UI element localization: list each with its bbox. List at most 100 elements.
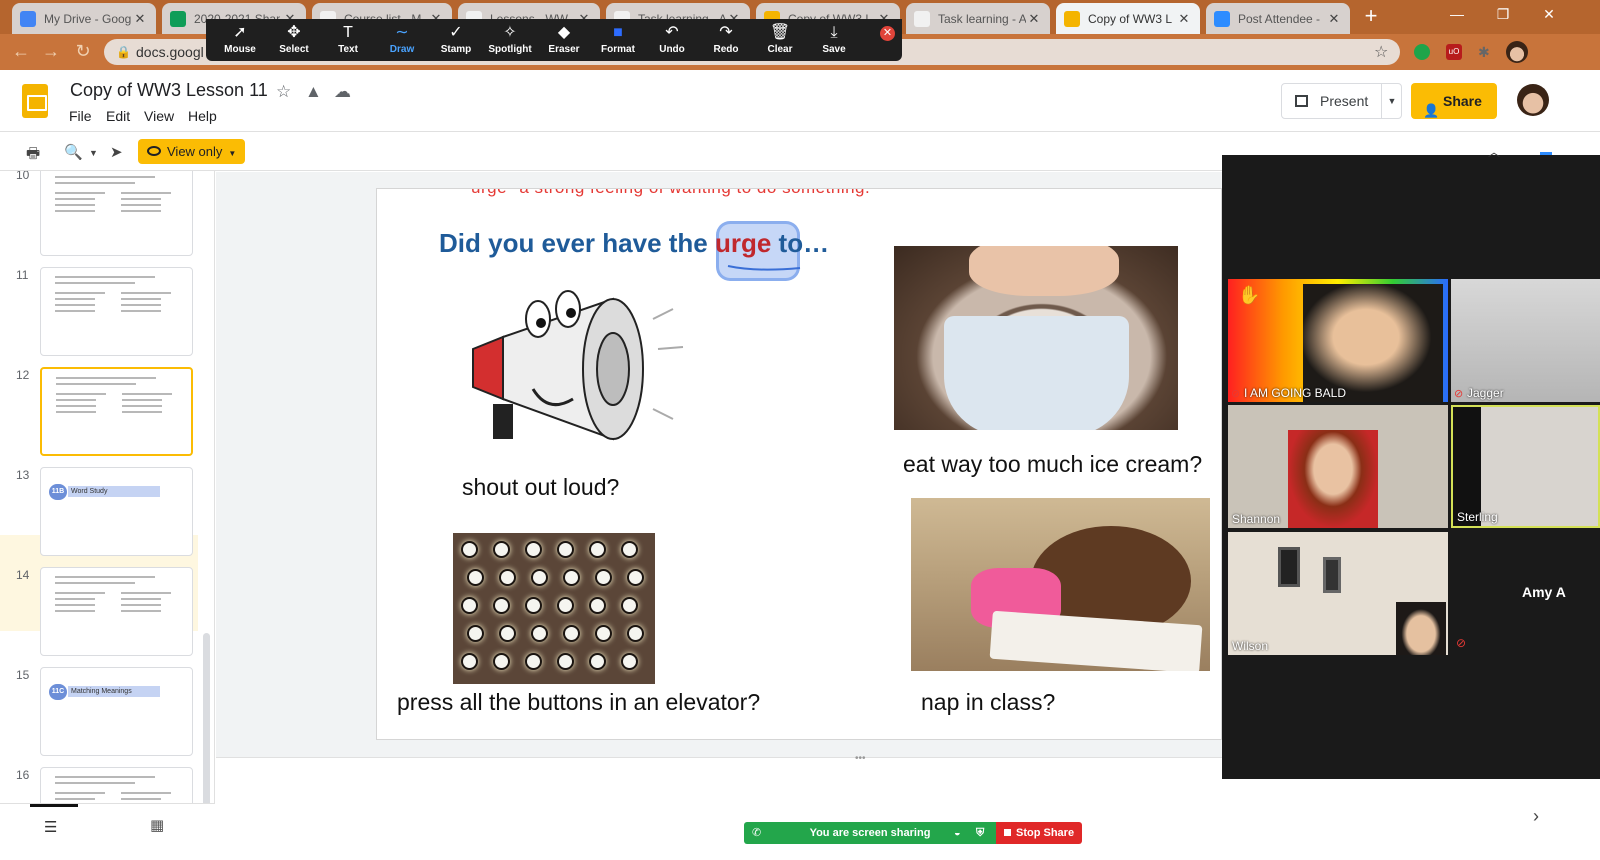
account-avatar[interactable] xyxy=(1517,84,1549,116)
present-dropdown-icon[interactable]: ▼ xyxy=(1381,83,1402,119)
slide-thumbnail[interactable]: 11B Word Study xyxy=(40,467,193,556)
thumbnail-text-line xyxy=(55,304,95,306)
elevator-button xyxy=(557,541,574,558)
annotate-undo-button[interactable]: ↶ Undo xyxy=(645,22,699,60)
thumbnail-text-line xyxy=(55,792,105,794)
annotate-select-button[interactable]: ✥ Select xyxy=(267,22,321,60)
thumbnail-text-line xyxy=(55,198,95,200)
question-after: to… xyxy=(771,228,830,258)
back-icon[interactable]: ← xyxy=(10,41,32,63)
tab-favicon-icon xyxy=(1064,10,1080,27)
forward-icon[interactable]: → xyxy=(40,41,62,63)
filmstrip-scrollbar[interactable] xyxy=(203,633,210,825)
format-square-icon: ■ xyxy=(613,24,623,41)
new-tab-button[interactable]: + xyxy=(1357,5,1385,29)
slide-thumbnail[interactable] xyxy=(40,567,193,656)
bookmark-star-icon[interactable]: ☆ xyxy=(1374,42,1388,62)
elevator-button xyxy=(595,569,612,586)
view-only-button[interactable]: View only ▼ xyxy=(138,139,245,164)
resize-handle-icon[interactable]: ••• xyxy=(855,754,875,764)
participant-tile[interactable]: Sterling xyxy=(1451,405,1600,528)
browser-tab[interactable]: My Drive - Goog ✕ xyxy=(12,3,156,34)
star-icon[interactable]: ☆ xyxy=(276,82,291,102)
grid-view-icon[interactable]: ▦ xyxy=(150,816,164,834)
reload-icon[interactable]: ↻ xyxy=(72,41,94,63)
elevator-button xyxy=(467,625,484,642)
close-annotation-icon[interactable]: ✕ xyxy=(880,26,895,41)
extension-green-icon[interactable] xyxy=(1414,44,1430,60)
elevator-button xyxy=(467,569,484,586)
menu-edit[interactable]: Edit xyxy=(106,108,130,124)
annotate-tool-label: Redo xyxy=(713,44,739,55)
wand-icon: ✧ xyxy=(503,24,517,41)
participant-tile[interactable]: Shannon xyxy=(1228,405,1448,528)
ublock-icon[interactable]: uO xyxy=(1446,44,1462,60)
annotate-draw-button[interactable]: ∼ Draw xyxy=(375,22,429,60)
elevator-button xyxy=(557,653,574,670)
annotate-redo-button[interactable]: ↷ Redo xyxy=(699,22,753,60)
profile-avatar[interactable] xyxy=(1506,41,1528,63)
list-view-icon[interactable]: ☰ xyxy=(44,818,57,836)
annotate-mouse-button[interactable]: ➚ Mouse xyxy=(213,22,267,60)
stop-share-button[interactable]: Stop Share xyxy=(996,822,1082,844)
annotate-stamp-button[interactable]: ✓ Stamp xyxy=(429,22,483,60)
slide-thumbnail[interactable] xyxy=(40,171,193,256)
annotate-text-button[interactable]: T Text xyxy=(321,22,375,60)
annotate-spotlight-button[interactable]: ✧ Spotlight xyxy=(483,22,537,60)
participant-tile[interactable]: ✋ ⊘ I AM GOING BALD xyxy=(1228,279,1448,402)
slides-logo-icon[interactable] xyxy=(22,84,48,118)
zoom-icon[interactable]: 🔍 xyxy=(64,143,83,161)
browser-tab[interactable]: Task learning - A✕ xyxy=(906,3,1050,34)
thumbnail-text-line xyxy=(121,792,171,794)
participant-tile[interactable]: ⊘ Jagger xyxy=(1451,279,1600,402)
shield-icon: ⛨ xyxy=(976,827,985,839)
slide-thumbnail[interactable] xyxy=(40,267,193,356)
annotate-format-button[interactable]: ■ Format xyxy=(591,22,645,60)
thumbnail-text-line xyxy=(122,405,162,407)
select-cursor-icon[interactable]: ➤ xyxy=(110,143,123,161)
share-button[interactable]: 👤 Share xyxy=(1411,83,1497,119)
panel-collapse-icon[interactable]: ︿ xyxy=(1488,143,1500,160)
screen-sharing-status[interactable]: ✆ You are screen sharing ◒ ⛨ xyxy=(744,822,996,844)
participant-name-amy[interactable]: Amy A xyxy=(1522,584,1566,600)
elevator-buttons-image xyxy=(453,533,655,684)
next-chevron-icon[interactable]: › xyxy=(1533,806,1539,827)
elevator-button xyxy=(499,625,516,642)
annotate-tool-label: Save xyxy=(822,44,846,55)
participant-video xyxy=(1396,602,1446,655)
menu-file[interactable]: File xyxy=(69,108,92,124)
annotate-save-button[interactable]: ⤓ Save xyxy=(807,22,861,60)
tab-close-icon[interactable]: ✕ xyxy=(1326,11,1342,27)
tab-close-icon[interactable]: ✕ xyxy=(1026,11,1042,27)
slide-number: 15 xyxy=(16,668,30,682)
move-to-drive-icon[interactable]: ▲ xyxy=(305,82,322,102)
maximize-icon[interactable]: ❐ xyxy=(1480,0,1526,30)
caption-nap: nap in class? xyxy=(921,689,1056,715)
menu-view[interactable]: View xyxy=(144,108,174,124)
active-view-indicator xyxy=(30,804,78,807)
zoom-dropdown-icon[interactable]: ▼ xyxy=(89,148,98,158)
participant-name: I AM GOING BALD xyxy=(1244,386,1347,400)
annotate-eraser-button[interactable]: ◆ Eraser xyxy=(537,22,591,60)
annotate-clear-button[interactable]: 🗑 Clear xyxy=(753,22,807,60)
menu-help[interactable]: Help xyxy=(188,108,217,124)
tab-close-icon[interactable]: ✕ xyxy=(132,11,148,27)
thumbnail-text-line xyxy=(55,310,95,312)
browser-tab[interactable]: Copy of WW3 L✕ xyxy=(1056,3,1200,34)
minimize-icon[interactable]: — xyxy=(1434,0,1480,30)
question-word: urge xyxy=(714,228,772,258)
cloud-status-icon[interactable]: ☁ xyxy=(334,82,351,102)
annotate-tool-label: Format xyxy=(601,44,635,55)
tab-close-icon[interactable]: ✕ xyxy=(1176,11,1192,27)
slide-thumbnail[interactable]: 11C Matching Meanings xyxy=(40,667,193,756)
thumbnail-text-line xyxy=(56,405,96,407)
document-title[interactable]: Copy of WW3 Lesson 11 xyxy=(70,80,268,101)
extensions-puzzle-icon[interactable]: ✱ xyxy=(1478,44,1494,60)
browser-tab[interactable]: Post Attendee - ✕ xyxy=(1206,3,1350,34)
print-icon[interactable]: 🖶 xyxy=(26,143,40,168)
participant-tile[interactable]: Wilson xyxy=(1228,532,1448,655)
close-window-icon[interactable]: ✕ xyxy=(1526,0,1572,30)
eraser-icon: ◆ xyxy=(557,24,571,41)
slide-thumbnail[interactable] xyxy=(40,367,193,456)
elevator-button xyxy=(563,625,580,642)
